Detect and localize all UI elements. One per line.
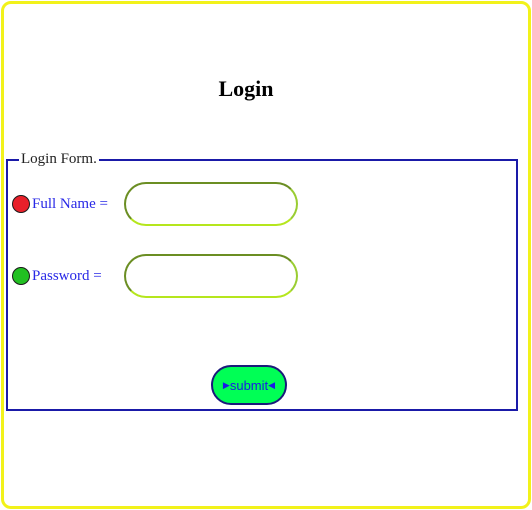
login-form: Login Form. Full Name = Password = ▶ sub… (6, 151, 518, 411)
full-name-row: Full Name = (12, 182, 298, 226)
submit-label: submit (229, 377, 269, 393)
page-frame: Login Login Form. Full Name = Password =… (1, 1, 531, 509)
login-form-legend: Login Form. (21, 151, 97, 167)
submit-button[interactable]: ▶ submit ◀ (211, 365, 287, 405)
full-name-input[interactable] (124, 182, 298, 226)
play-right-icon: ▶ (222, 379, 230, 390)
password-row: Password = (12, 254, 298, 298)
play-left-icon: ◀ (268, 379, 276, 390)
password-input[interactable] (124, 254, 298, 298)
full-name-label: Full Name = (32, 195, 108, 212)
page-title: Login (218, 76, 274, 101)
red-circle-icon (12, 195, 30, 213)
password-label: Password = (32, 267, 102, 284)
green-circle-icon (12, 267, 30, 285)
